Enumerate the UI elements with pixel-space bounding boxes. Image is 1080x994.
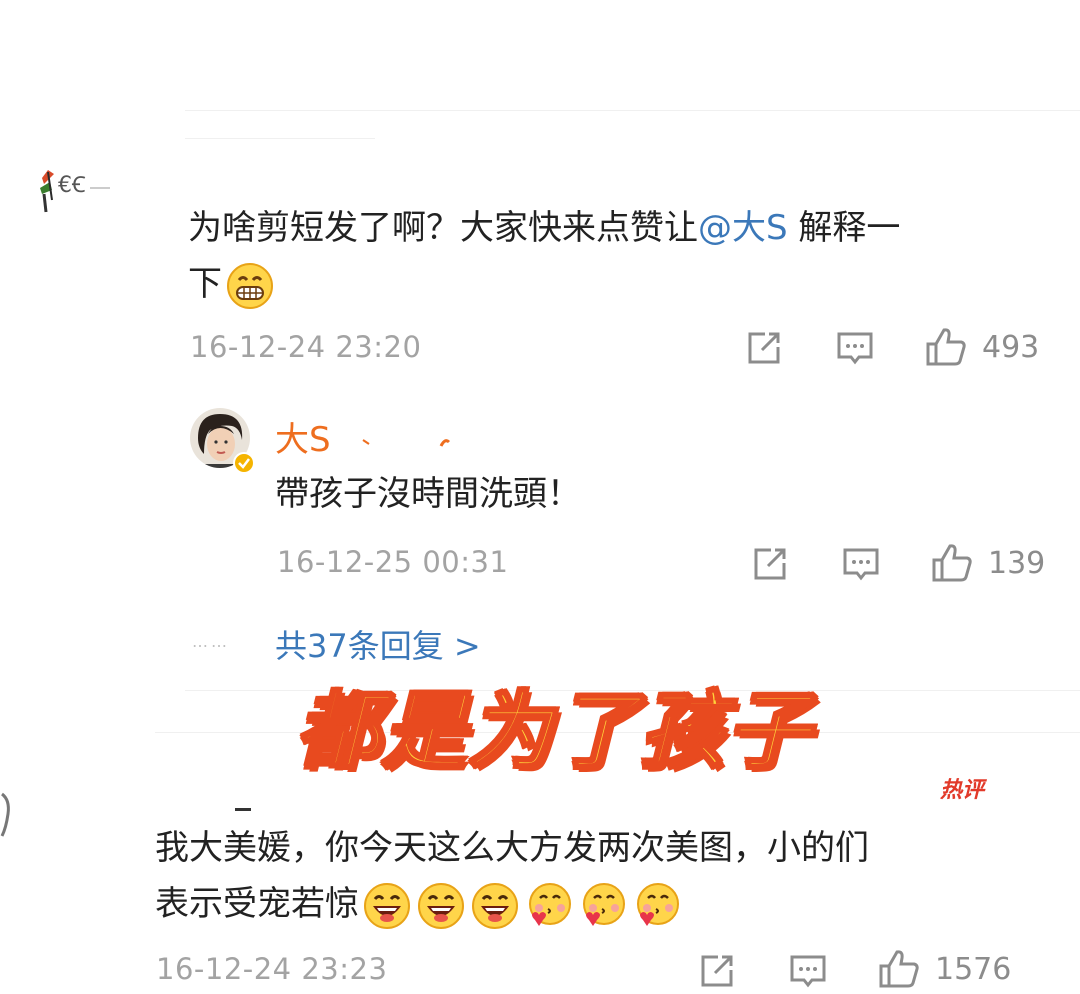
like-icon[interactable] xyxy=(877,948,921,990)
more-replies-link[interactable]: 共37条回复 > xyxy=(275,621,481,667)
like-count: 139 xyxy=(988,546,1046,581)
like-icon[interactable] xyxy=(930,542,974,584)
comment-1-text: 为啥剪短发了啊？大家快来点赞让@大S 解释一 下 xyxy=(188,200,1058,312)
avatar[interactable]: €Ꞓ xyxy=(34,160,114,220)
name-redaction-marks xyxy=(355,432,465,456)
kiss-emoji xyxy=(579,882,627,930)
laugh-emoji xyxy=(363,882,411,930)
comment-icon[interactable] xyxy=(841,546,881,584)
comment-1-time: 16-12-24 23:20 xyxy=(190,330,422,364)
like-count: 1576 xyxy=(935,952,1012,987)
like-icon[interactable] xyxy=(924,326,968,368)
avatar[interactable] xyxy=(0,790,14,840)
reply-text: 帶孩子沒時間洗頭！ xyxy=(275,474,581,514)
laugh-emoji xyxy=(417,882,465,930)
reply-username[interactable]: 大S xyxy=(275,412,331,461)
comment-2-text: 我大美媛，你今天这么大方发两次美图，小的们 表示受宠若惊 xyxy=(155,820,1055,932)
comment-icon[interactable] xyxy=(788,953,828,991)
more-dots: …… xyxy=(192,632,230,651)
share-icon[interactable] xyxy=(751,545,789,583)
svg-text:€Ꞓ: €Ꞓ xyxy=(58,173,86,198)
divider-top-2 xyxy=(185,138,375,139)
comment-2-time: 16-12-24 23:23 xyxy=(156,952,388,986)
like-count: 493 xyxy=(982,330,1040,365)
grin-emoji xyxy=(226,262,274,310)
hot-comment-badge: 热评 xyxy=(940,778,985,803)
share-icon[interactable] xyxy=(698,952,736,990)
divider-top xyxy=(185,110,1080,111)
share-icon[interactable] xyxy=(745,329,783,367)
kiss-emoji xyxy=(525,882,573,930)
kiss-emoji xyxy=(633,882,681,930)
laugh-emoji xyxy=(471,882,519,930)
overlay-caption: 都是为了孩子 xyxy=(294,681,813,782)
reply-avatar[interactable] xyxy=(190,408,255,474)
comment-icon[interactable] xyxy=(835,330,875,368)
mention-link[interactable]: @大S xyxy=(698,208,788,248)
username-fragment xyxy=(235,808,251,811)
reply-time: 16-12-25 00:31 xyxy=(277,545,509,579)
verified-icon xyxy=(233,452,255,474)
